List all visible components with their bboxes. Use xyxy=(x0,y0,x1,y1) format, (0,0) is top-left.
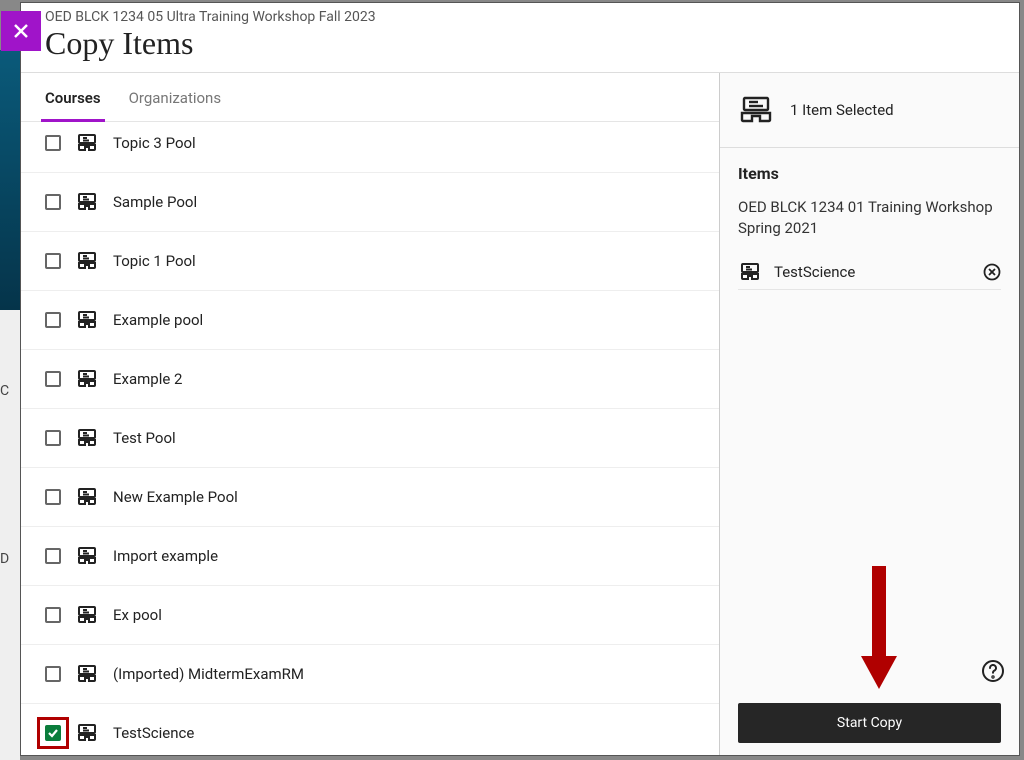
remove-item-button[interactable] xyxy=(983,263,1001,281)
items-heading: Items xyxy=(738,164,1001,183)
item-checkbox[interactable] xyxy=(45,371,61,387)
selected-item: TestScience xyxy=(738,255,1001,290)
close-icon xyxy=(11,21,31,41)
list-item[interactable]: Topic 1 Pool xyxy=(21,232,719,291)
question-bank-icon xyxy=(75,309,99,331)
question-bank-icon xyxy=(75,368,99,390)
close-button[interactable] xyxy=(1,11,41,51)
list-item[interactable]: TestScience xyxy=(21,704,719,755)
list-item[interactable]: (Imported) MidtermExamRM xyxy=(21,645,719,704)
item-checkbox[interactable] xyxy=(45,666,61,682)
item-checkbox[interactable] xyxy=(45,253,61,269)
list-item[interactable]: Example pool xyxy=(21,291,719,350)
left-column: Courses Organizations Topic 3 Pool Sample… xyxy=(21,73,719,755)
list-item[interactable]: Topic 3 Pool xyxy=(21,122,719,173)
item-label: New Example Pool xyxy=(113,488,238,506)
help-circle-icon xyxy=(981,659,1005,683)
remove-circle-icon xyxy=(983,263,1001,281)
item-label: Topic 1 Pool xyxy=(113,252,196,270)
item-label: Test Pool xyxy=(113,429,176,447)
item-checkbox[interactable] xyxy=(45,430,61,446)
tab-courses[interactable]: Courses xyxy=(45,73,101,121)
inbox-icon xyxy=(738,93,774,127)
item-checkbox[interactable] xyxy=(45,194,61,210)
page-title: Copy Items xyxy=(45,25,995,62)
item-checkbox[interactable] xyxy=(45,135,61,151)
list-item[interactable]: New Example Pool xyxy=(21,468,719,527)
context-breadcrumb: OED BLCK 1234 05 Ultra Training Workshop… xyxy=(45,9,995,25)
tab-organizations[interactable]: Organizations xyxy=(129,73,222,121)
highlight-box xyxy=(37,717,69,749)
item-label: Ex pool xyxy=(113,606,162,624)
selection-count: 1 Item Selected xyxy=(790,101,894,119)
item-checkbox[interactable] xyxy=(45,548,61,564)
question-bank-icon xyxy=(75,722,99,744)
list-item[interactable]: Sample Pool xyxy=(21,173,719,232)
item-label: Sample Pool xyxy=(113,193,197,211)
question-bank-icon xyxy=(75,486,99,508)
item-label: Topic 3 Pool xyxy=(113,134,196,152)
item-label: Import example xyxy=(113,547,218,565)
question-bank-icon xyxy=(75,132,99,154)
tab-bar: Courses Organizations xyxy=(21,73,719,122)
question-bank-icon xyxy=(75,250,99,272)
selected-items-list: TestScience xyxy=(738,255,1001,290)
question-bank-icon xyxy=(738,261,762,283)
list-item[interactable]: Example 2 xyxy=(21,350,719,409)
item-list-scroll[interactable]: Topic 3 Pool Sample Pool Topic 1 Pool Examp… xyxy=(21,122,719,755)
item-checkbox[interactable] xyxy=(45,489,61,505)
list-item[interactable]: Import example xyxy=(21,527,719,586)
item-checkbox[interactable] xyxy=(45,725,61,741)
question-bank-icon xyxy=(75,604,99,626)
question-bank-icon xyxy=(75,663,99,685)
item-label: TestScience xyxy=(113,724,194,742)
start-copy-button[interactable]: Start Copy xyxy=(738,703,1001,743)
selection-summary: 1 Item Selected xyxy=(720,73,1019,148)
source-course: OED BLCK 1234 01 Training Workshop Sprin… xyxy=(738,197,1001,239)
question-bank-icon xyxy=(75,545,99,567)
selected-item-label: TestScience xyxy=(774,263,855,281)
item-label: (Imported) MidtermExamRM xyxy=(113,665,304,683)
item-label: Example pool xyxy=(113,311,203,329)
item-checkbox[interactable] xyxy=(45,312,61,328)
panel-header: OED BLCK 1234 05 Ultra Training Workshop… xyxy=(21,3,1019,73)
copy-items-panel: OED BLCK 1234 05 Ultra Training Workshop… xyxy=(20,2,1020,756)
right-column: 1 Item Selected Items OED BLCK 1234 01 T… xyxy=(719,73,1019,755)
question-bank-icon xyxy=(75,427,99,449)
item-checkbox[interactable] xyxy=(45,607,61,623)
item-label: Example 2 xyxy=(113,370,182,388)
list-item[interactable]: Test Pool xyxy=(21,409,719,468)
question-bank-icon xyxy=(75,191,99,213)
item-list: Topic 3 Pool Sample Pool Topic 1 Pool Examp… xyxy=(21,122,719,755)
check-icon xyxy=(47,727,59,739)
list-item[interactable]: Ex pool xyxy=(21,586,719,645)
help-button[interactable] xyxy=(981,659,1005,687)
